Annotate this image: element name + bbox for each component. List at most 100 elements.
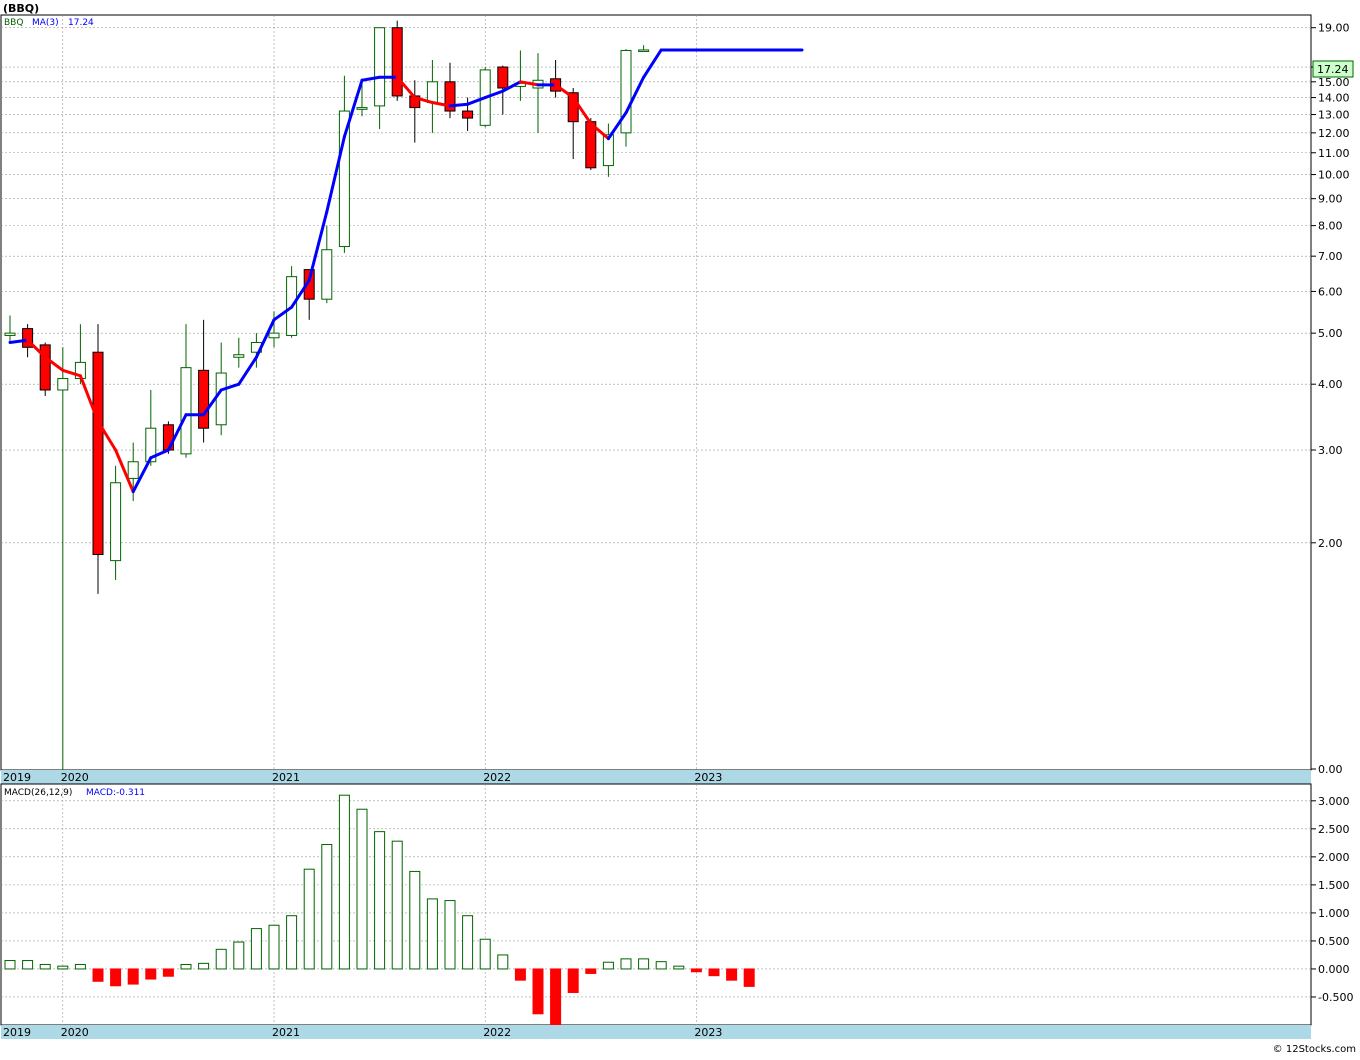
macd-bar <box>567 968 579 993</box>
chart-title: (BBQ) <box>3 2 39 15</box>
price-y-tick-label: 13.00 <box>1318 109 1350 122</box>
macd-bar <box>708 968 720 977</box>
macd-bar <box>550 968 562 1029</box>
price-y-tick-label: 2.00 <box>1318 537 1343 550</box>
candle-body <box>497 66 509 89</box>
macd-bar <box>303 868 315 970</box>
price-x-tick-label: 2023 <box>694 771 722 784</box>
macd-bar <box>409 870 421 970</box>
candle-body <box>391 27 403 97</box>
macd-bar <box>321 844 333 970</box>
macd-y-tick-label: -0.500 <box>1318 991 1353 1004</box>
macd-y-tick-label: 0.500 <box>1318 935 1350 948</box>
macd-bar <box>268 924 280 970</box>
macd-y-tick-label: 1.500 <box>1318 879 1350 892</box>
macd-bar <box>39 963 51 970</box>
macd-y-tick-label: 0.000 <box>1318 963 1350 976</box>
macd-bar <box>497 954 509 970</box>
price-panel <box>0 14 1312 771</box>
macd-bar <box>110 968 122 987</box>
candle-body <box>127 461 139 479</box>
macd-bar <box>22 960 34 970</box>
macd-bar <box>655 961 667 970</box>
macd-panel <box>0 783 1312 1026</box>
candle-body <box>426 81 438 104</box>
symbol-label: BBQ <box>4 18 23 28</box>
macd-bar <box>602 961 614 970</box>
macd-bar <box>374 831 386 970</box>
price-y-tick-label: 3.00 <box>1318 444 1343 457</box>
macd-bar <box>391 840 403 970</box>
macd-bar <box>726 968 738 981</box>
macd-bar <box>585 968 597 974</box>
macd-y-tick-label: 2.000 <box>1318 851 1350 864</box>
ma-label: MA(3) <box>32 18 59 28</box>
macd-bar <box>638 958 650 970</box>
macd-bar <box>673 965 685 970</box>
macd-y-tick-label: 3.000 <box>1318 795 1350 808</box>
watermark: © 12Stocks.com <box>1273 1044 1356 1055</box>
macd-bar <box>462 915 474 970</box>
candle-body <box>92 351 104 556</box>
price-y-tick-label: 8.00 <box>1318 220 1343 233</box>
candle-body <box>57 378 69 391</box>
macd-bar <box>162 968 174 977</box>
macd-x-axis-band <box>1 1025 1311 1039</box>
macd-y-tick-label: 2.500 <box>1318 823 1350 836</box>
last-price-label: 17.24 <box>1317 63 1349 76</box>
macd-bar <box>532 968 544 1015</box>
macd-x-tick-label: 2020 <box>61 1026 89 1039</box>
macd-label: MACD(26,12,9) <box>4 788 72 798</box>
price-y-tick-label: 10.00 <box>1318 169 1350 182</box>
candle-body <box>321 249 333 300</box>
candle-body <box>638 49 650 52</box>
ma-value: 17.24 <box>68 18 94 28</box>
macd-bar <box>250 928 262 970</box>
candle-body <box>338 110 350 248</box>
price-y-tick-label: 11.00 <box>1318 147 1350 160</box>
candle-body <box>215 372 227 426</box>
macd-bar <box>145 968 157 980</box>
chart-window: (BBQ) 19.0016.0015.0014.0013.0012.0011.0… <box>0 0 1360 1056</box>
price-y-tick-label: 7.00 <box>1318 250 1343 263</box>
macd-bar <box>690 968 702 973</box>
candle-body <box>585 121 597 169</box>
price-x-tick-label: 2021 <box>272 771 300 784</box>
price-y-tick-label: 9.00 <box>1318 193 1343 206</box>
macd-bar <box>92 968 104 982</box>
price-x-tick-label: 2020 <box>61 771 89 784</box>
price-y-tick-label: 0.00 <box>1318 763 1343 776</box>
ma-segment <box>448 102 470 108</box>
candle-body <box>198 369 210 429</box>
candle-body <box>4 332 16 336</box>
macd-x-tick-label: 2019 <box>3 1026 31 1039</box>
macd-bar <box>198 962 210 970</box>
price-y-tick-label: 5.00 <box>1318 327 1343 340</box>
macd-bar <box>286 915 298 970</box>
price-y-tick-label: 14.00 <box>1318 92 1350 105</box>
macd-bar <box>74 963 86 970</box>
macd-bar <box>233 941 245 970</box>
candle-body <box>39 344 51 391</box>
price-y-tick-label: 4.00 <box>1318 378 1343 391</box>
candle-body <box>233 354 245 358</box>
price-y-tick-label: 6.00 <box>1318 285 1343 298</box>
price-x-tick-label: 2019 <box>3 771 31 784</box>
macd-bar <box>514 968 526 981</box>
candle-body <box>462 110 474 119</box>
candle-body <box>180 367 192 455</box>
macd-bar <box>4 960 16 970</box>
candle-body <box>356 107 368 110</box>
macd-bar <box>620 958 632 970</box>
chart-svg: (BBQ) 19.0016.0015.0014.0013.0012.0011.0… <box>0 2 1356 1055</box>
price-y-tick-label: 12.00 <box>1318 127 1350 140</box>
price-x-tick-label: 2022 <box>483 771 511 784</box>
macd-bar <box>127 968 139 985</box>
macd-x-tick-label: 2021 <box>272 1026 300 1039</box>
macd-bar <box>338 794 350 970</box>
macd-bar <box>180 963 192 970</box>
macd-y-axis: 3.000 2.500 2.000 1.500 1.000 0.500 0.000 -0.50… <box>1311 795 1353 1004</box>
macd-bar <box>215 948 227 970</box>
price-y-tick-label: 15.00 <box>1318 76 1350 89</box>
macd-bar <box>356 808 368 970</box>
